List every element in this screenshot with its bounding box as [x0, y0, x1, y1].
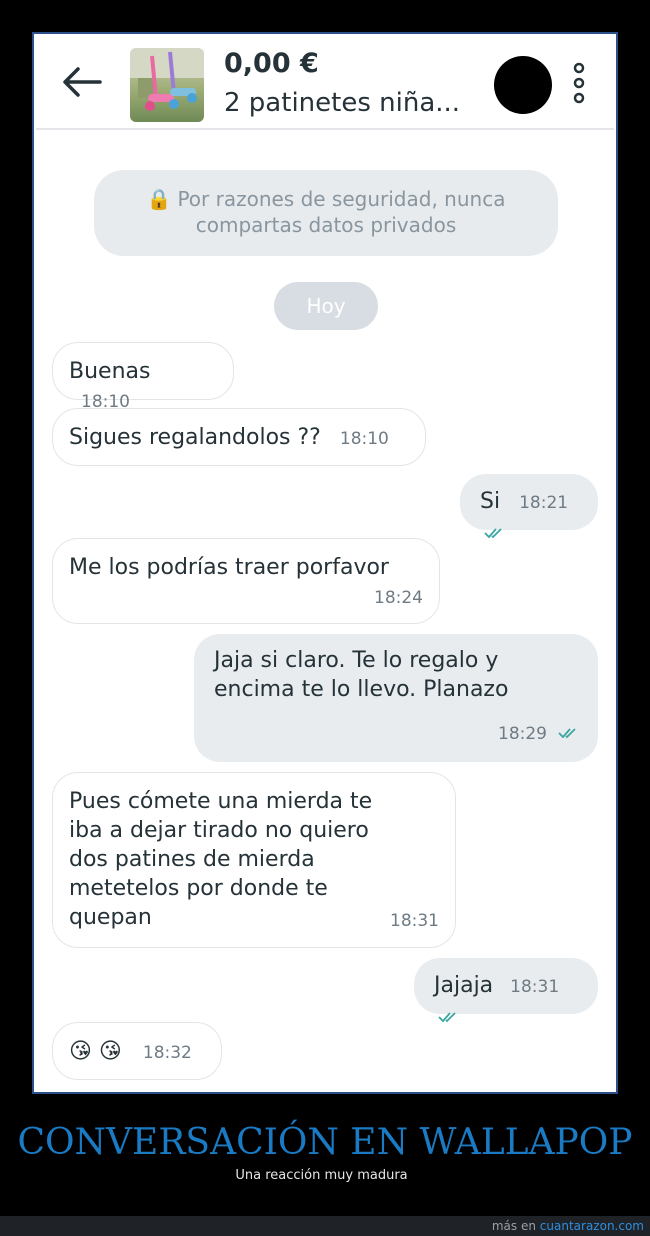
message-text: Sigues regalandolos ??	[69, 425, 321, 450]
message-time: 18:24	[374, 588, 423, 608]
screenshot-frame: 0,00 € 2 patinetes niña... 🔒 Por razones …	[32, 32, 618, 1094]
caption-subtitle: Una reacción muy madura	[235, 1168, 408, 1183]
message-text-line: encima te lo llevo. Planazo	[214, 677, 509, 702]
message-text-line: quepan	[69, 905, 152, 930]
message-incoming[interactable]: Pues cómete una mierda te iba a dejar ti…	[52, 772, 456, 948]
more-vertical-icon	[573, 62, 585, 104]
product-thumbnail[interactable]	[130, 48, 204, 122]
safety-notice: 🔒 Por razones de seguridad, nunca compart…	[94, 170, 558, 256]
message-time: 18:31	[510, 977, 560, 997]
message-text-line: iba a dejar tirado no quiero	[69, 818, 369, 843]
day-separator: Hoy	[274, 282, 378, 330]
message-incoming[interactable]: Sigues regalandolos ?? 18:10	[52, 408, 426, 466]
message-time: 18:31	[390, 911, 439, 931]
site-footer: más en cuantarazon.com	[0, 1216, 650, 1236]
lock-icon: 🔒	[146, 187, 172, 211]
message-incoming[interactable]: Buenas 18:10	[52, 342, 234, 412]
user-avatar[interactable]	[494, 56, 552, 114]
scooter-image	[130, 48, 204, 111]
product-price: 0,00 €	[224, 48, 319, 79]
chat-screen: 0,00 € 2 patinetes niña... 🔒 Por razones …	[36, 36, 614, 1090]
chat-header: 0,00 € 2 patinetes niña...	[36, 36, 614, 130]
message-time: 18:10	[339, 429, 389, 449]
message-text-line: metetelos por donde te	[69, 876, 328, 901]
message-text: Buenas	[69, 359, 151, 384]
safety-text-line1: Por razones de seguridad, nunca	[177, 187, 506, 211]
message-outgoing[interactable]: Si 18:21	[460, 474, 598, 539]
message-text: Jajaja	[434, 973, 494, 998]
message-outgoing[interactable]: Jajaja 18:31	[414, 958, 598, 1023]
message-text-line: Pues cómete una mierda te	[69, 789, 373, 814]
message-time: 18:29	[498, 724, 547, 744]
caption-title: CONVERSACIÓN EN WALLAPOP	[17, 1122, 633, 1163]
more-options-button[interactable]	[570, 62, 588, 106]
message-incoming[interactable]: 😘 😘 18:32	[52, 1022, 222, 1080]
product-title[interactable]: 2 patinetes niña...	[224, 88, 460, 118]
message-incoming[interactable]: Me los podrías traer porfavor 18:24	[52, 538, 440, 624]
message-time: 18:21	[519, 493, 569, 513]
double-check-icon	[438, 1012, 456, 1023]
message-text-line: dos patines de mierda	[69, 847, 315, 872]
double-check-icon	[558, 728, 576, 739]
back-button[interactable]	[60, 64, 104, 100]
message-text: Si	[480, 489, 501, 514]
arrow-left-icon	[63, 67, 102, 97]
safety-text-line2: compartas datos privados	[195, 213, 457, 237]
emoji-kiss: 😘 😘	[69, 1039, 122, 1064]
double-check-icon	[484, 528, 502, 539]
message-text: Me los podrías traer porfavor	[69, 555, 389, 580]
site-link[interactable]: cuantarazon.com	[540, 1219, 644, 1233]
message-text-line: Jaja si claro. Te lo regalo y	[214, 648, 499, 673]
message-outgoing[interactable]: Jaja si claro. Te lo regalo y encima te …	[194, 634, 598, 762]
message-time: 18:32	[142, 1043, 192, 1063]
footer-prefix: más en	[491, 1219, 536, 1233]
